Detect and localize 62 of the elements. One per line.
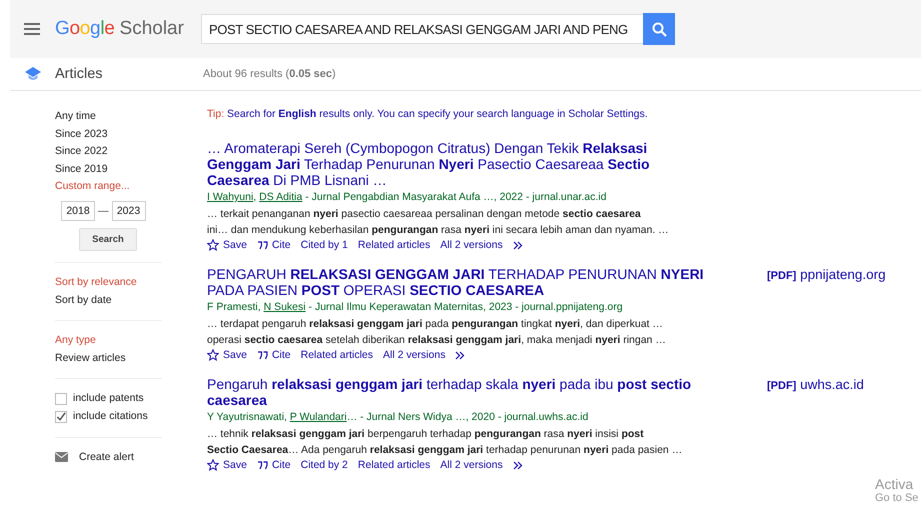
cite-link[interactable]: Cite: [256, 459, 291, 471]
quote-icon: [256, 460, 268, 470]
time-filter[interactable]: Since 2023: [55, 126, 162, 144]
more-icon[interactable]: [512, 240, 525, 250]
cite-link[interactable]: Cite: [256, 239, 291, 251]
search-field[interactable]: POST SECTIO CAESAREA AND RELAKSASI GENGGAM JARI AND PENG: [201, 14, 643, 44]
checkbox[interactable]: [55, 410, 67, 423]
type-filter[interactable]: Review articles: [55, 350, 162, 368]
create-alert-link[interactable]: Create alert: [79, 448, 134, 466]
quote-icon: [256, 240, 268, 250]
search-icon: [652, 22, 666, 36]
result-byline: I Wahyuni, DS Aditia - Jurnal Pengabdian Masyarakat Aufa …, 2022 - jurnal.unar.ac.id: [207, 190, 608, 204]
save-link[interactable]: Save: [207, 459, 247, 471]
time-filter[interactable]: Since 2022: [55, 143, 162, 161]
search-tip: Tip: Search for English results only. You can specify your search language in Scholar Settings.: [207, 108, 649, 120]
result-link[interactable]: Related articles: [358, 239, 430, 251]
result-title-link[interactable]: … Aromaterapi Sereh (Cymbopogon Citratus) Dengan Tekik Relaksasi Genggam Jari Terhadap Penurunan Nyeri Pasectio Caesareaa Sectio Caesarea Di PMB Lisnani …: [207, 140, 712, 188]
articles-label[interactable]: Articles: [55, 66, 203, 82]
result-link[interactable]: Related articles: [300, 349, 373, 361]
result-title-link[interactable]: Pengaruh relaksasi genggam jari terhadap skala nyeri pada ibu post sectio caesarea: [207, 376, 712, 408]
range-search-button[interactable]: Search: [79, 228, 137, 251]
time-filter[interactable]: Since 2019: [55, 160, 162, 178]
sort-option[interactable]: Sort by relevance: [55, 274, 162, 292]
checkbox-label[interactable]: include patents: [73, 390, 144, 408]
range-dash: —: [98, 204, 108, 217]
result-byline: F Pramesti, N Sukesi - Jurnal Ilmu Keperawatan Maternitas, 2023 - journal.ppnijateng.org: [207, 300, 624, 314]
result-link[interactable]: All 2 versions: [440, 239, 503, 251]
result-snippet: … terkait penanganan nyeri pasectio caesareaa persalinan dengan metode sectio caesarea ini… dan mendukung keberhasilan pengurangan rasa nyeri ini secara lebih aman dan nyaman. …: [207, 207, 670, 238]
sort-option[interactable]: Sort by date: [55, 292, 162, 310]
checkbox[interactable]: [55, 393, 67, 406]
quote-icon: [256, 350, 268, 360]
star-icon: [207, 459, 219, 471]
result-byline: Y Yayutrisnawati, P Wulandari… - Jurnal Ners Widya …, 2020 - journal.uwhs.ac.id: [207, 410, 590, 424]
year-to-field[interactable]: 2023: [112, 200, 146, 221]
result-link[interactable]: Cited by 2: [300, 459, 348, 471]
checkbox-label[interactable]: include citations: [73, 408, 148, 426]
time-filter[interactable]: Custom range...: [55, 178, 162, 196]
envelope-icon: [55, 452, 68, 462]
search-button[interactable]: [643, 13, 675, 45]
result-snippet: … terdapat pengaruh relaksasi genggam jari pada pengurangan tingkat nyeri, dan diperkuat … operasi sectio caesarea setelah diberikan relaksasi genggam jari, maka menjadi nyeri ringan …: [207, 317, 667, 348]
result-title-link[interactable]: PENGARUH RELAKSASI GENGGAM JARI TERHADAP PENURUNAN NYERI PADA PASIEN POST OPERASI SECTIO CAESAREA: [207, 266, 712, 298]
results-count: About 96 results (0.05 sec): [203, 68, 336, 80]
graduation-cap-icon: [25, 67, 41, 81]
result-link[interactable]: All 2 versions: [383, 349, 446, 361]
menu-icon[interactable]: [24, 23, 40, 35]
star-icon: [207, 239, 219, 251]
logo[interactable]: Google Scholar: [55, 18, 201, 40]
time-filter[interactable]: Any time: [55, 108, 162, 126]
more-icon[interactable]: [512, 460, 525, 470]
year-from-field[interactable]: 2018: [61, 200, 95, 221]
pdf-link[interactable]: [PDF] ppnijateng.org: [767, 267, 886, 284]
pdf-link[interactable]: [PDF] uwhs.ac.id: [767, 377, 864, 394]
activation-notice: Activa Go to Se: [875, 476, 920, 504]
save-link[interactable]: Save: [207, 239, 247, 251]
save-link[interactable]: Save: [207, 349, 247, 361]
result-link[interactable]: Related articles: [358, 459, 430, 471]
result-snippet: … tehnik relaksasi genggam jari berpengaruh terhadap pengurangan rasa nyeri insisi post Sectio Caesarea… Ada pengaruh relaksasi genggam jari terhadap penurunan nyeri pada pasien …: [207, 427, 684, 458]
result-link[interactable]: Cited by 1: [300, 239, 348, 251]
result-link[interactable]: All 2 versions: [440, 459, 503, 471]
cite-link[interactable]: Cite: [256, 349, 291, 361]
type-filter[interactable]: Any type: [55, 332, 162, 350]
star-icon: [207, 349, 219, 361]
